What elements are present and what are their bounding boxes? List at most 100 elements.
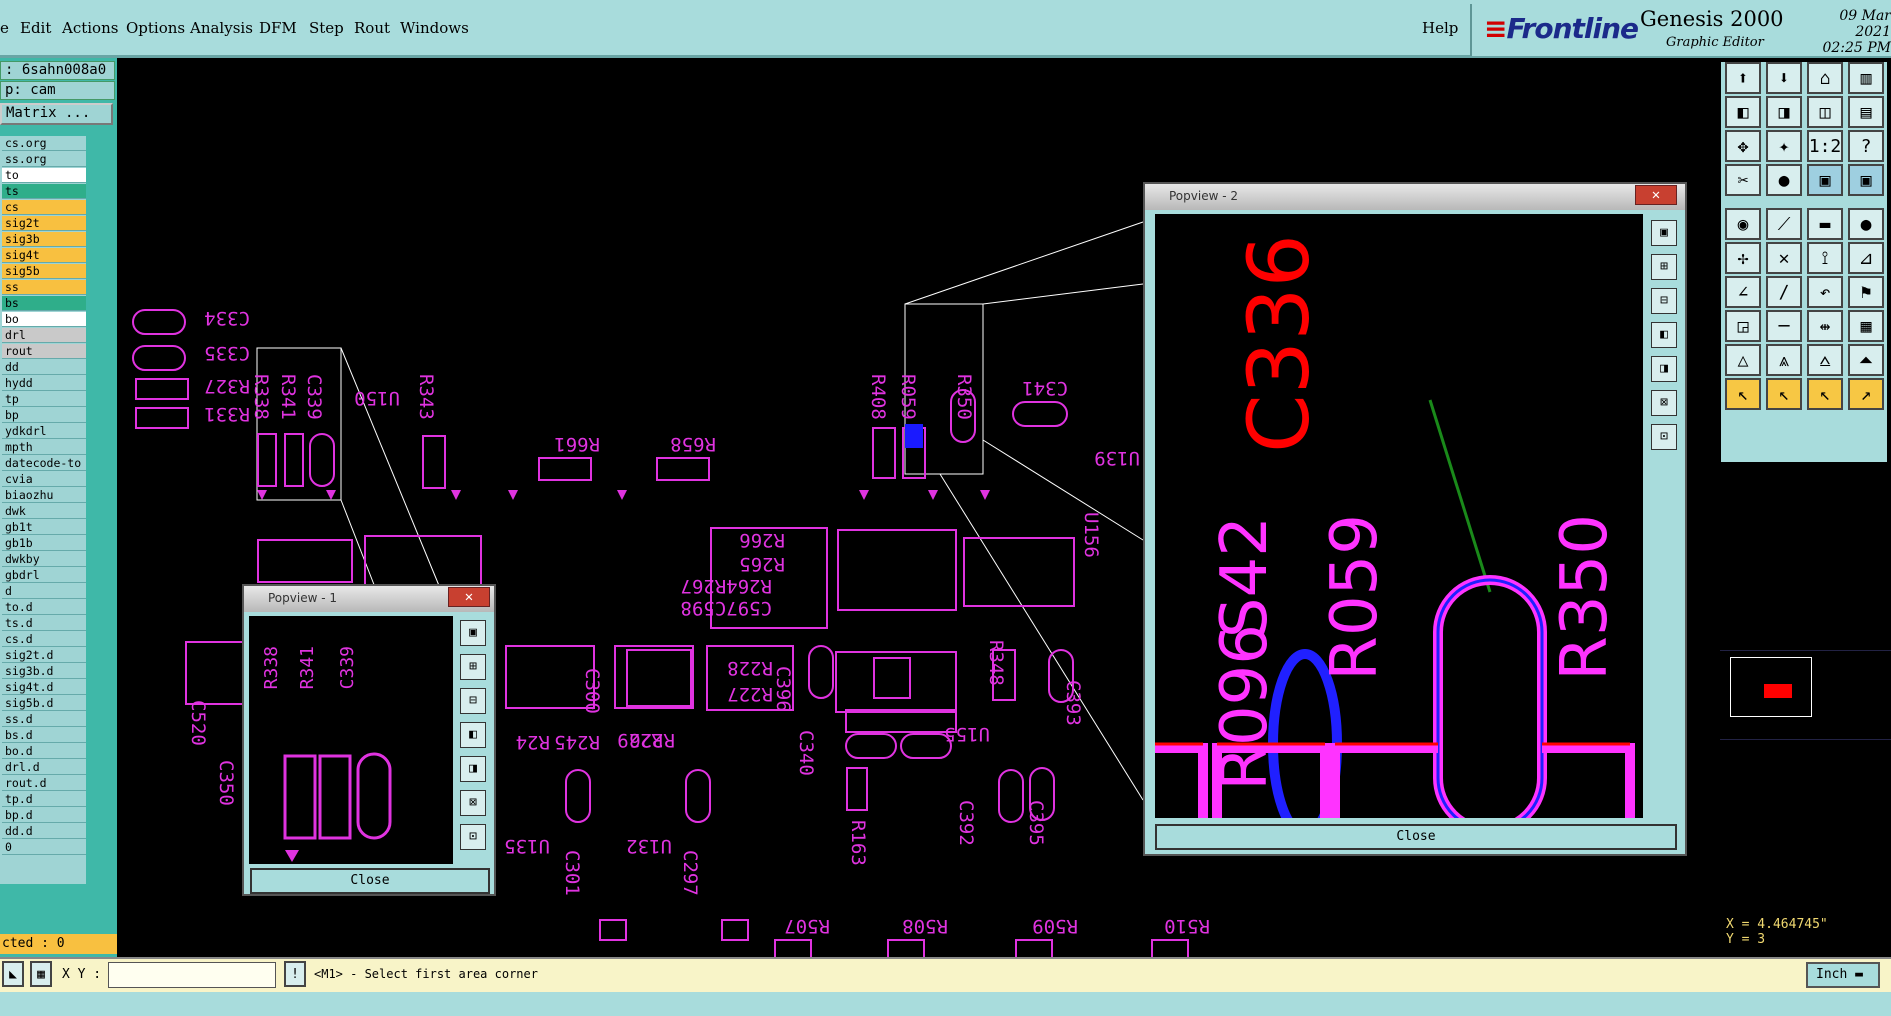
- layer-item[interactable]: cvia: [2, 472, 86, 487]
- pad2-icon[interactable]: ◲: [1725, 310, 1761, 342]
- layer-item[interactable]: sig4t: [2, 248, 86, 263]
- zoom-fit-icon[interactable]: ▣: [460, 620, 486, 646]
- menu-help[interactable]: Help: [1422, 19, 1458, 37]
- open-icon[interactable]: ⬆: [1725, 62, 1761, 94]
- save-icon[interactable]: ⬇: [1766, 62, 1802, 94]
- tri4-icon[interactable]: ⏶: [1848, 344, 1884, 376]
- popview-2-close-icon[interactable]: ✕: [1635, 185, 1677, 205]
- pan-left-icon[interactable]: ◧: [1651, 322, 1677, 348]
- tri2-icon[interactable]: ⩓: [1766, 344, 1802, 376]
- cross-icon[interactable]: ✕: [1766, 242, 1802, 274]
- layer-item[interactable]: cs: [2, 200, 86, 215]
- layer-item[interactable]: cs.org: [2, 136, 86, 151]
- menu-windows[interactable]: Windows: [400, 19, 469, 37]
- flag-icon[interactable]: ⚑: [1848, 276, 1884, 308]
- layer-item[interactable]: to: [2, 168, 86, 183]
- layer-item[interactable]: drl.d: [2, 760, 86, 775]
- layer-item[interactable]: bs: [2, 296, 86, 311]
- layer-item[interactable]: dd.d: [2, 824, 86, 839]
- split-icon[interactable]: ▤: [1848, 96, 1884, 128]
- info-icon[interactable]: !: [284, 961, 306, 987]
- layer-item[interactable]: dd: [2, 360, 86, 375]
- popview-2-close-button[interactable]: Close: [1155, 824, 1677, 850]
- pointer1-icon[interactable]: ↖: [1725, 378, 1761, 410]
- help-icon[interactable]: ?: [1848, 130, 1884, 162]
- menu-step[interactable]: Step: [309, 19, 344, 37]
- zoom-out-icon[interactable]: ⊟: [1651, 288, 1677, 314]
- pan-left-icon[interactable]: ◧: [460, 722, 486, 748]
- layer-item[interactable]: dwkby: [2, 552, 86, 567]
- overview-map[interactable]: [1720, 650, 1891, 740]
- bar-icon[interactable]: ▬: [1807, 208, 1843, 240]
- zoom-icon[interactable]: ✦: [1766, 130, 1802, 162]
- pan-right-icon[interactable]: ◨: [460, 756, 486, 782]
- menu-dfm[interactable]: DFM: [259, 19, 297, 37]
- layer-item[interactable]: gbdrl: [2, 568, 86, 583]
- scale-icon[interactable]: 1:2: [1807, 130, 1843, 162]
- zoom-in-icon[interactable]: ⊞: [1651, 254, 1677, 280]
- layout-icon[interactable]: ▥: [1848, 62, 1884, 94]
- popview-1-close-icon[interactable]: ✕: [448, 587, 490, 607]
- layer-item[interactable]: ss: [2, 280, 86, 295]
- zoom-out-icon[interactable]: ⊟: [460, 688, 486, 714]
- fit-icon[interactable]: ✥: [1725, 130, 1761, 162]
- menu-options[interactable]: Options: [126, 19, 185, 37]
- layer-item[interactable]: cs.d: [2, 632, 86, 647]
- layer-item[interactable]: sig2t: [2, 216, 86, 231]
- layer-item[interactable]: gb1t: [2, 520, 86, 535]
- popview-1-close-button[interactable]: Close: [250, 868, 490, 894]
- home-icon[interactable]: ⌂: [1807, 62, 1843, 94]
- popview-1[interactable]: Popview - 1 ✕ R338 R341 C339 ▣ ⊞ ⊟ ◧ ◨ ⊠…: [242, 584, 496, 896]
- layer-item[interactable]: sig4t.d: [2, 680, 86, 695]
- line-icon[interactable]: ●: [1766, 164, 1802, 196]
- menu-rout[interactable]: Rout: [354, 19, 390, 37]
- right-icon[interactable]: ◨: [1766, 96, 1802, 128]
- layer-item[interactable]: bp.d: [2, 808, 86, 823]
- angle-icon[interactable]: ∠: [1725, 276, 1761, 308]
- layer-item[interactable]: rout: [2, 344, 86, 359]
- layer-item[interactable]: ydkdrl: [2, 424, 86, 439]
- layer-item[interactable]: sig3b: [2, 232, 86, 247]
- layer-item[interactable]: sig3b.d: [2, 664, 86, 679]
- layer-item[interactable]: bp: [2, 408, 86, 423]
- measure-icon[interactable]: ⇹: [1807, 310, 1843, 342]
- layer-item[interactable]: 0: [2, 840, 86, 855]
- left-icon[interactable]: ◧: [1725, 96, 1761, 128]
- matrix-button[interactable]: Matrix ...: [0, 103, 113, 125]
- layer-item[interactable]: hydd: [2, 376, 86, 391]
- layer-item[interactable]: rout.d: [2, 776, 86, 791]
- layer-item[interactable]: sig5b: [2, 264, 86, 279]
- menu-edit[interactable]: Edit: [20, 19, 51, 37]
- line-diag-icon[interactable]: ⟋: [1766, 208, 1802, 240]
- grid-icon[interactable]: ▦: [30, 961, 52, 987]
- layer-item[interactable]: drl: [2, 328, 86, 343]
- zoom-area-icon[interactable]: ⊠: [1651, 390, 1677, 416]
- popview-2[interactable]: Popview - 2 ✕ C336 S42 R096 R059 R350 ▣ …: [1143, 182, 1687, 856]
- node-icon[interactable]: ✢: [1725, 242, 1761, 274]
- snap-icon[interactable]: ◣: [2, 961, 24, 987]
- units-select[interactable]: Inch ▬: [1806, 962, 1880, 988]
- corner-icon[interactable]: ⊿: [1848, 242, 1884, 274]
- draw-icon[interactable]: ✂: [1725, 164, 1761, 196]
- layer-item[interactable]: tp: [2, 392, 86, 407]
- arc-icon[interactable]: ↶: [1807, 276, 1843, 308]
- layer-item[interactable]: ss.d: [2, 712, 86, 727]
- layer-item[interactable]: bs.d: [2, 728, 86, 743]
- tri3-icon[interactable]: ⩟: [1807, 344, 1843, 376]
- node-link-icon[interactable]: ⟟: [1807, 242, 1843, 274]
- zoom-area-icon[interactable]: ⊠: [460, 790, 486, 816]
- slope-icon[interactable]: ∕: [1766, 276, 1802, 308]
- menu-file[interactable]: e: [0, 19, 9, 37]
- layer-item[interactable]: sig2t.d: [2, 648, 86, 663]
- zoom-fit-icon[interactable]: ▣: [1651, 220, 1677, 246]
- layer-item[interactable]: datecode-to: [2, 456, 86, 471]
- hline-icon[interactable]: ─: [1766, 310, 1802, 342]
- layer-item[interactable]: d: [2, 584, 86, 599]
- layer-item[interactable]: tp.d: [2, 792, 86, 807]
- zoom-home-icon[interactable]: ⊡: [1651, 424, 1677, 450]
- blocks-icon[interactable]: ▦: [1848, 310, 1884, 342]
- layer-item[interactable]: biaozhu: [2, 488, 86, 503]
- layer-item[interactable]: ss.org: [2, 152, 86, 167]
- tri1-icon[interactable]: △: [1725, 344, 1761, 376]
- pan-right-icon[interactable]: ◨: [1651, 356, 1677, 382]
